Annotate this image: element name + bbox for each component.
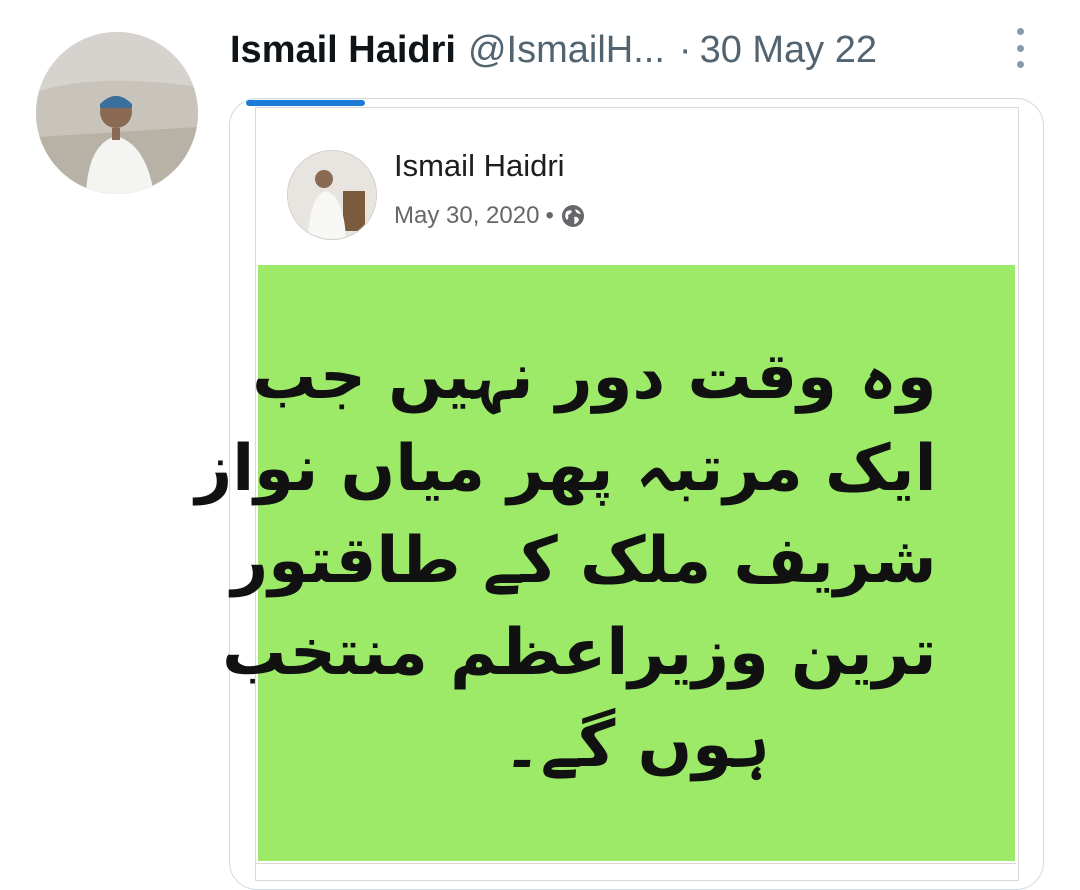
media-progress-indicator [246, 100, 365, 106]
text-line: وہ وقت دور نہیں جب [252, 340, 937, 414]
embedded-post-date: May 30, 2020 [394, 202, 540, 229]
tweet-header: Ismail Haidri @IsmailH... · 30 May 22 [230, 22, 877, 78]
globe-icon [560, 203, 586, 229]
text-line: شریف ملک کے طاقتور [231, 524, 937, 598]
embedded-post-text-background: وہ وقت دور نہیں جب ایک مرتبہ پھر میاں نو… [195, 265, 1015, 861]
embedded-post-image[interactable]: Ismail Haidri May 30, 2020 • وہ وقت دور … [195, 107, 1019, 881]
embedded-author-name: Ismail Haidri [394, 148, 565, 183]
text-line: ترین وزیراعظم منتخب [222, 616, 937, 690]
author-handle[interactable]: @IsmailH... [468, 29, 665, 72]
meta-separator: • [545, 202, 554, 229]
author-name[interactable]: Ismail Haidri [230, 29, 456, 72]
more-vertical-icon[interactable] [1010, 28, 1030, 68]
embedded-post-footer [256, 863, 1016, 880]
text-line: ہوں گے۔ [503, 708, 770, 782]
separator-dot: · [678, 28, 692, 71]
embedded-post-text: وہ وقت دور نہیں جب ایک مرتبہ پھر میاں نو… [195, 331, 937, 791]
embedded-post-meta: May 30, 2020 • [394, 202, 586, 230]
author-avatar[interactable] [36, 32, 198, 194]
embedded-author-avatar [287, 150, 377, 240]
tweet-date[interactable]: 30 May 22 [700, 29, 877, 72]
embedded-post-header: Ismail Haidri May 30, 2020 • [256, 108, 1016, 264]
text-line: ایک مرتبہ پھر میاں نواز [195, 432, 937, 506]
